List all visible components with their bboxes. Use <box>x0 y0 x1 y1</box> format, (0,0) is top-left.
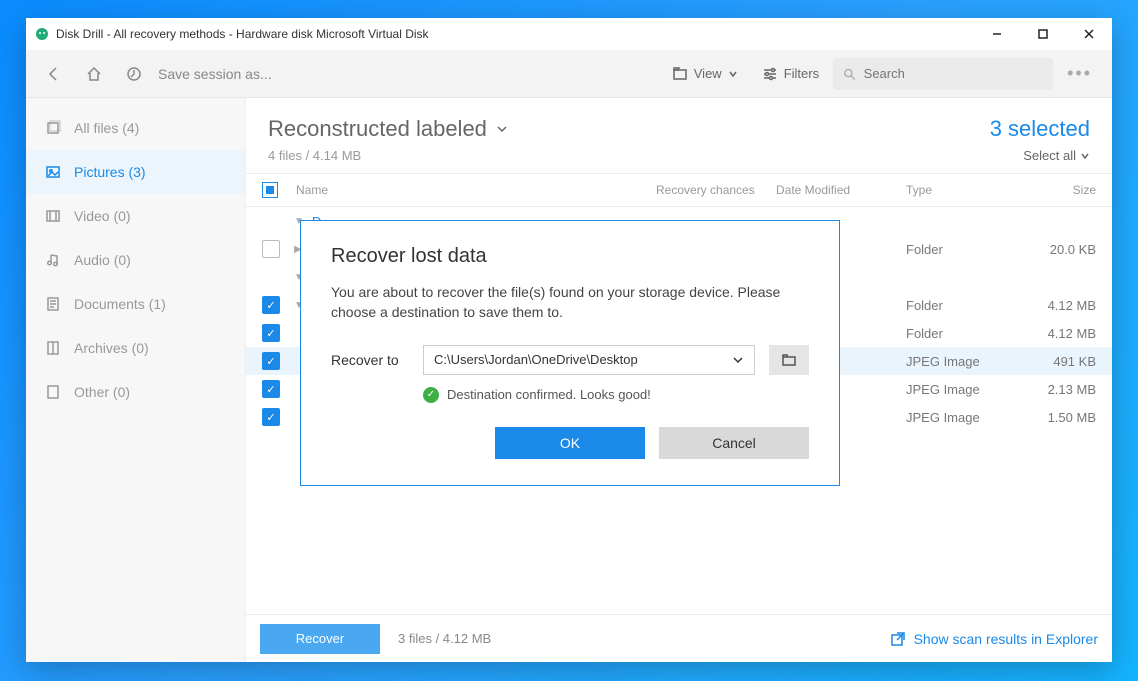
col-recovery[interactable]: Recovery chances <box>656 183 776 197</box>
sidebar-item-label: Audio (0) <box>74 252 131 268</box>
sidebar-item-documents[interactable]: Documents (1) <box>26 282 245 326</box>
recover-dialog: Recover lost data You are about to recov… <box>300 220 840 486</box>
search-box[interactable] <box>833 58 1053 90</box>
header-checkbox[interactable] <box>262 182 278 198</box>
app-icon <box>34 26 50 42</box>
sidebar-item-label: All files (4) <box>74 120 139 136</box>
recover-button[interactable]: Recover <box>260 624 380 654</box>
close-button[interactable] <box>1066 18 1112 50</box>
selected-count: 3 selected <box>990 116 1090 142</box>
sidebar-item-video[interactable]: Video (0) <box>26 194 245 238</box>
file-type: Folder <box>906 298 1016 313</box>
destination-combo[interactable]: C:\Users\Jordan\OneDrive\Desktop <box>423 345 755 375</box>
other-icon <box>44 383 62 401</box>
file-type: JPEG Image <box>906 382 1016 397</box>
dialog-body: You are about to recover the file(s) fou… <box>331 282 809 323</box>
external-icon <box>890 631 906 647</box>
window-title: Disk Drill - All recovery methods - Hard… <box>56 27 429 41</box>
sidebar-item-label: Video (0) <box>74 208 131 224</box>
save-session-label[interactable]: Save session as... <box>158 66 272 82</box>
row-checkbox[interactable]: ✓ <box>262 380 280 398</box>
file-type: Folder <box>906 242 1016 257</box>
save-session-icon[interactable] <box>116 56 152 92</box>
toolbar: Save session as... View Filters ••• <box>26 50 1112 98</box>
sidebar-item-label: Other (0) <box>74 384 130 400</box>
row-checkbox[interactable] <box>262 240 280 258</box>
more-button[interactable]: ••• <box>1057 63 1102 84</box>
search-input[interactable] <box>864 66 1043 81</box>
row-checkbox[interactable]: ✓ <box>262 324 280 342</box>
file-size: 1.50 MB <box>1016 410 1096 425</box>
file-type: JPEG Image <box>906 410 1016 425</box>
document-icon <box>44 295 62 313</box>
file-type: JPEG Image <box>906 354 1016 369</box>
col-type[interactable]: Type <box>906 183 1016 197</box>
sidebar-item-label: Documents (1) <box>74 296 166 312</box>
sidebar-item-label: Archives (0) <box>74 340 149 356</box>
sidebar-item-archives[interactable]: Archives (0) <box>26 326 245 370</box>
view-dropdown[interactable]: View <box>662 56 748 92</box>
browse-button[interactable] <box>769 345 809 375</box>
destination-path: C:\Users\Jordan\OneDrive\Desktop <box>434 352 638 367</box>
col-date[interactable]: Date Modified <box>776 183 906 197</box>
show-in-explorer-link[interactable]: Show scan results in Explorer <box>890 631 1098 647</box>
chevron-down-icon <box>495 122 509 136</box>
file-size: 4.12 MB <box>1016 298 1096 313</box>
row-checkbox[interactable]: ✓ <box>262 296 280 314</box>
chevron-down-icon <box>1080 151 1090 161</box>
folder-icon <box>672 66 688 82</box>
home-button[interactable] <box>76 56 112 92</box>
sidebar-item-pictures[interactable]: Pictures (3) <box>26 150 245 194</box>
check-icon: ✓ <box>423 387 439 403</box>
titlebar: Disk Drill - All recovery methods - Hard… <box>26 18 1112 50</box>
sidebar-item-all[interactable]: All files (4) <box>26 106 245 150</box>
recover-to-label: Recover to <box>331 352 409 368</box>
row-checkbox[interactable]: ✓ <box>262 408 280 426</box>
file-size: 491 KB <box>1016 354 1096 369</box>
picture-icon <box>44 163 62 181</box>
dialog-title: Recover lost data <box>331 245 809 268</box>
confirmation-message: ✓ Destination confirmed. Looks good! <box>423 387 809 403</box>
col-name[interactable]: Name <box>296 183 656 197</box>
file-type: Folder <box>906 326 1016 341</box>
video-icon <box>44 207 62 225</box>
archive-icon <box>44 339 62 357</box>
search-icon <box>843 67 856 81</box>
page-title[interactable]: Reconstructed labeled <box>268 116 509 142</box>
chevron-down-icon <box>728 69 738 79</box>
select-all-button[interactable]: Select all <box>990 148 1090 163</box>
footer: Recover 3 files / 4.12 MB Show scan resu… <box>246 614 1112 662</box>
file-size: 20.0 KB <box>1016 242 1096 257</box>
col-size[interactable]: Size <box>1016 183 1096 197</box>
cancel-button[interactable]: Cancel <box>659 427 809 459</box>
sidebar-item-audio[interactable]: Audio (0) <box>26 238 245 282</box>
table-header: Name Recovery chances Date Modified Type… <box>246 173 1112 207</box>
folder-icon <box>781 352 797 368</box>
file-size: 4.12 MB <box>1016 326 1096 341</box>
chevron-down-icon <box>732 354 744 366</box>
stack-icon <box>44 119 62 137</box>
file-size: 2.13 MB <box>1016 382 1096 397</box>
audio-icon <box>44 251 62 269</box>
filters-icon <box>762 66 778 82</box>
footer-info: 3 files / 4.12 MB <box>398 631 491 646</box>
sidebar-item-label: Pictures (3) <box>74 164 146 180</box>
sidebar-item-other[interactable]: Other (0) <box>26 370 245 414</box>
row-checkbox[interactable]: ✓ <box>262 352 280 370</box>
back-button[interactable] <box>36 56 72 92</box>
sidebar: All files (4) Pictures (3) Video (0) Aud… <box>26 98 246 662</box>
page-subtitle: 4 files / 4.14 MB <box>268 148 509 163</box>
view-label: View <box>694 66 722 81</box>
filters-button[interactable]: Filters <box>752 56 829 92</box>
ok-button[interactable]: OK <box>495 427 645 459</box>
minimize-button[interactable] <box>974 18 1020 50</box>
filters-label: Filters <box>784 66 819 81</box>
maximize-button[interactable] <box>1020 18 1066 50</box>
